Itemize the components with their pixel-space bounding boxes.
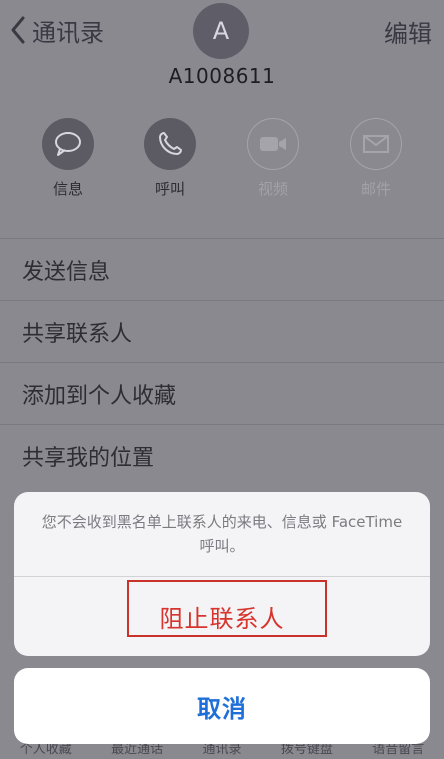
chevron-left-icon	[11, 16, 25, 44]
message-action-label: 信息	[52, 180, 83, 198]
call-action[interactable]: 呼叫	[135, 118, 205, 199]
action-sheet: 您不会收到黑名单上联系人的来电、信息或 FaceTime 呼叫。 阻止联系人	[14, 492, 430, 656]
cancel-button[interactable]: 取消	[14, 668, 430, 744]
contact-name: A1008611	[168, 64, 276, 88]
add-to-favorites-row[interactable]: 添加到个人收藏	[0, 362, 444, 424]
contact-menu: 发送信息 共享联系人 添加到个人收藏 共享我的位置	[0, 238, 444, 486]
back-button[interactable]: 通讯录	[10, 12, 104, 48]
contact-actions: 信息 呼叫 视频 邮件	[0, 118, 444, 208]
avatar: A	[193, 3, 249, 59]
video-action[interactable]: 视频	[238, 118, 308, 199]
mail-icon	[350, 118, 402, 170]
mail-action[interactable]: 邮件	[341, 118, 411, 199]
call-action-label: 呼叫	[154, 180, 185, 198]
send-message-row[interactable]: 发送信息	[0, 238, 444, 300]
share-contact-row[interactable]: 共享联系人	[0, 300, 444, 362]
phone-icon	[144, 118, 196, 170]
avatar-initial: A	[212, 17, 230, 45]
block-contact-button[interactable]: 阻止联系人	[14, 576, 430, 656]
nav-bar: 通讯录 A 编辑 A1008611	[0, 0, 444, 100]
back-label: 通讯录	[32, 18, 104, 47]
message-action[interactable]: 信息	[33, 118, 103, 199]
video-icon	[247, 118, 299, 170]
mail-action-label: 邮件	[360, 180, 391, 198]
share-location-row[interactable]: 共享我的位置	[0, 424, 444, 486]
edit-button[interactable]: 编辑	[384, 14, 432, 49]
action-sheet-message: 您不会收到黑名单上联系人的来电、信息或 FaceTime 呼叫。	[41, 513, 403, 555]
message-icon	[42, 118, 94, 170]
video-action-label: 视频	[257, 180, 288, 198]
